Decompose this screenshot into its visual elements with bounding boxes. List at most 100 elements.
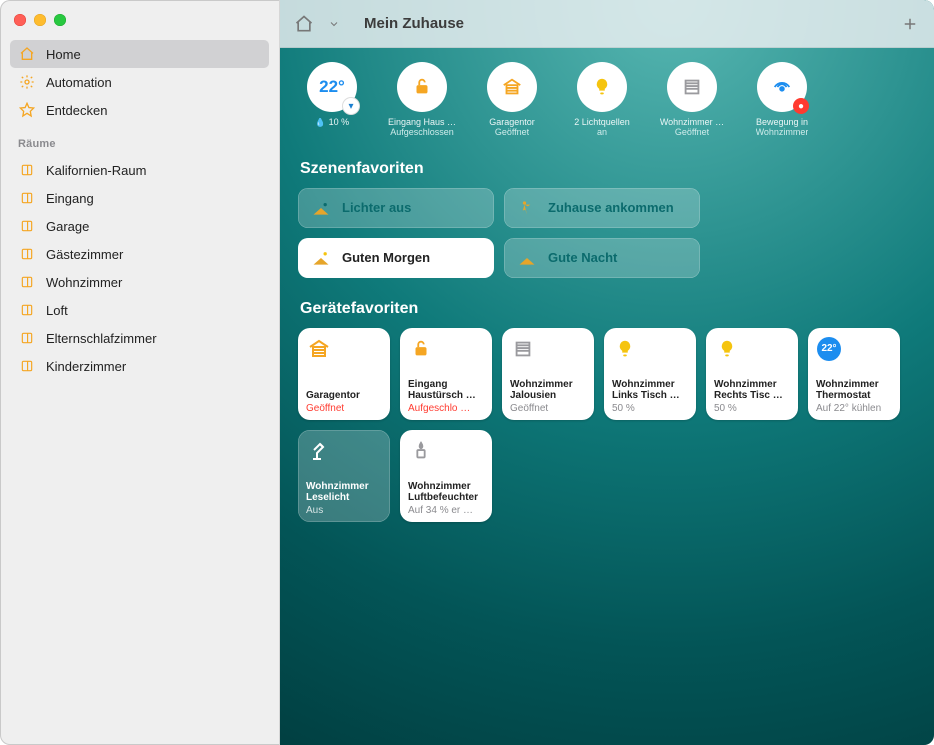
scenes-grid: Lichter aus Zuhause ankommen Guten Morge…: [298, 188, 916, 278]
topbar: Mein Zuhause: [280, 0, 934, 48]
page-title: Mein Zuhause: [364, 15, 464, 32]
device-state: Geöffnet: [510, 403, 586, 414]
zoom-window-icon[interactable]: [54, 14, 66, 26]
device-state: 50 %: [612, 403, 688, 414]
lamp-icon: [306, 438, 332, 464]
sidebar-item-discover[interactable]: Entdecken: [10, 96, 269, 124]
house-moon-icon: [310, 197, 332, 219]
sidebar-item-label: Eingang: [46, 191, 94, 206]
house-sun-icon: [310, 247, 332, 269]
sidebar-item-automation[interactable]: Automation: [10, 68, 269, 96]
status-door-lock[interactable]: Eingang Haus … Aufgeschlossen: [388, 62, 456, 138]
main-panel: Mein Zuhause 22° ▾ 💧 10 %: [280, 0, 934, 745]
sidebar-room-loft[interactable]: Loft: [10, 296, 269, 324]
sidebar-room-eingang[interactable]: Eingang: [10, 184, 269, 212]
status-garage[interactable]: Garagentor Geöffnet: [478, 62, 546, 138]
device-name: Wohnzimmer Leselicht: [306, 481, 382, 503]
close-window-icon[interactable]: [14, 14, 26, 26]
device-thermostat[interactable]: 22° Wohnzimmer Thermostat Auf 22° kühlen: [808, 328, 900, 420]
room-icon: [18, 161, 36, 179]
scene-label: Lichter aus: [342, 200, 411, 215]
device-state: Auf 22° kühlen: [816, 403, 892, 414]
room-icon: [18, 273, 36, 291]
home-menu-button[interactable]: [294, 14, 314, 34]
device-name: Wohnzimmer Rechts Tisc …: [714, 379, 790, 401]
sidebar-item-label: Kalifornien-Raum: [46, 163, 146, 178]
scene-label: Gute Nacht: [548, 250, 617, 265]
sidebar-room-kalifornien[interactable]: Kalifornien-Raum: [10, 156, 269, 184]
sidebar-item-label: Home: [46, 47, 81, 62]
device-garage-door[interactable]: Garagentor Geöffnet: [298, 328, 390, 420]
sidebar-item-label: Garage: [46, 219, 89, 234]
sidebar-item-label: Automation: [46, 75, 112, 90]
device-state: 50 %: [714, 403, 790, 414]
add-button[interactable]: [900, 14, 920, 34]
device-state: Auf 34 % er …: [408, 505, 484, 516]
scene-lights-off[interactable]: Lichter aus: [298, 188, 494, 228]
scene-label: Zuhause ankommen: [548, 200, 674, 215]
sidebar-section-rooms: Räume: [0, 124, 279, 156]
sidebar-room-wohnzimmer[interactable]: Wohnzimmer: [10, 268, 269, 296]
scene-good-night[interactable]: Gute Nacht: [504, 238, 700, 278]
status-blinds[interactable]: Wohnzimmer … Geöffnet: [658, 62, 726, 138]
chevron-down-icon[interactable]: [324, 14, 344, 34]
house-moon-icon: [516, 247, 538, 269]
status-row: 22° ▾ 💧 10 % Eingang Haus … Aufgeschloss…: [298, 62, 916, 138]
device-front-door-lock[interactable]: Eingang Haustürsch … Aufgeschlo …: [400, 328, 492, 420]
device-name: Wohnzimmer Links Tisch …: [612, 379, 688, 401]
garage-icon: [306, 336, 332, 362]
arrow-down-icon: ▾: [343, 98, 359, 114]
status-lights[interactable]: 2 Lichtquellen an: [568, 62, 636, 138]
house-icon: [18, 45, 36, 63]
bulb-icon: [577, 62, 627, 112]
sidebar-item-home[interactable]: Home: [10, 40, 269, 68]
sidebar-item-label: Wohnzimmer: [46, 275, 122, 290]
sidebar-item-label: Entdecken: [46, 103, 107, 118]
device-table-light-right[interactable]: Wohnzimmer Rechts Tisc … 50 %: [706, 328, 798, 420]
window-controls: [0, 10, 279, 40]
scene-arrive-home[interactable]: Zuhause ankommen: [504, 188, 700, 228]
lock-open-icon: [408, 336, 434, 362]
device-table-light-left[interactable]: Wohnzimmer Links Tisch … 50 %: [604, 328, 696, 420]
device-name: Wohnzimmer Jalousien: [510, 379, 586, 401]
scene-label: Guten Morgen: [342, 250, 430, 265]
device-state: Geöffnet: [306, 403, 382, 414]
devices-heading: Gerätefavoriten: [300, 300, 914, 318]
sidebar-room-garage[interactable]: Garage: [10, 212, 269, 240]
device-name: Wohnzimmer Luftbefeuchter: [408, 481, 484, 503]
status-motion[interactable]: ● Bewegung in Wohnzimmer: [748, 62, 816, 138]
device-name: Eingang Haustürsch …: [408, 379, 484, 401]
room-icon: [18, 357, 36, 375]
temperature-icon: 22° ▾: [307, 62, 357, 112]
device-humidifier[interactable]: Wohnzimmer Luftbefeuchter Auf 34 % er …: [400, 430, 492, 522]
device-blinds[interactable]: Wohnzimmer Jalousien Geöffnet: [502, 328, 594, 420]
sidebar: Home Automation Entdecken Räume Kaliforn…: [0, 0, 280, 745]
room-icon: [18, 189, 36, 207]
motion-icon: ●: [757, 62, 807, 112]
thermo-icon: 22°: [816, 336, 842, 362]
bulb-icon: [714, 336, 740, 362]
sidebar-room-gaestezimmer[interactable]: Gästezimmer: [10, 240, 269, 268]
garage-icon: [487, 62, 537, 112]
star-icon: [18, 101, 36, 119]
sidebar-item-label: Loft: [46, 303, 68, 318]
content: 22° ▾ 💧 10 % Eingang Haus … Aufgeschloss…: [280, 48, 934, 540]
device-reading-light[interactable]: Wohnzimmer Leselicht Aus: [298, 430, 390, 522]
device-state: Aus: [306, 505, 382, 516]
device-name: Wohnzimmer Thermostat: [816, 379, 892, 401]
room-icon: [18, 301, 36, 319]
minimize-window-icon[interactable]: [34, 14, 46, 26]
bulb-icon: [612, 336, 638, 362]
blinds-icon: [510, 336, 536, 362]
humidifier-icon: [408, 438, 434, 464]
room-icon: [18, 329, 36, 347]
status-climate[interactable]: 22° ▾ 💧 10 %: [298, 62, 366, 128]
sidebar-item-label: Gästezimmer: [46, 247, 123, 262]
devices-grid: Garagentor Geöffnet Eingang Haustürsch ……: [298, 328, 916, 522]
device-state: Aufgeschlo …: [408, 403, 484, 414]
sidebar-room-elternschlafzimmer[interactable]: Elternschlafzimmer: [10, 324, 269, 352]
room-icon: [18, 245, 36, 263]
blinds-icon: [667, 62, 717, 112]
sidebar-room-kinderzimmer[interactable]: Kinderzimmer: [10, 352, 269, 380]
scene-good-morning[interactable]: Guten Morgen: [298, 238, 494, 278]
